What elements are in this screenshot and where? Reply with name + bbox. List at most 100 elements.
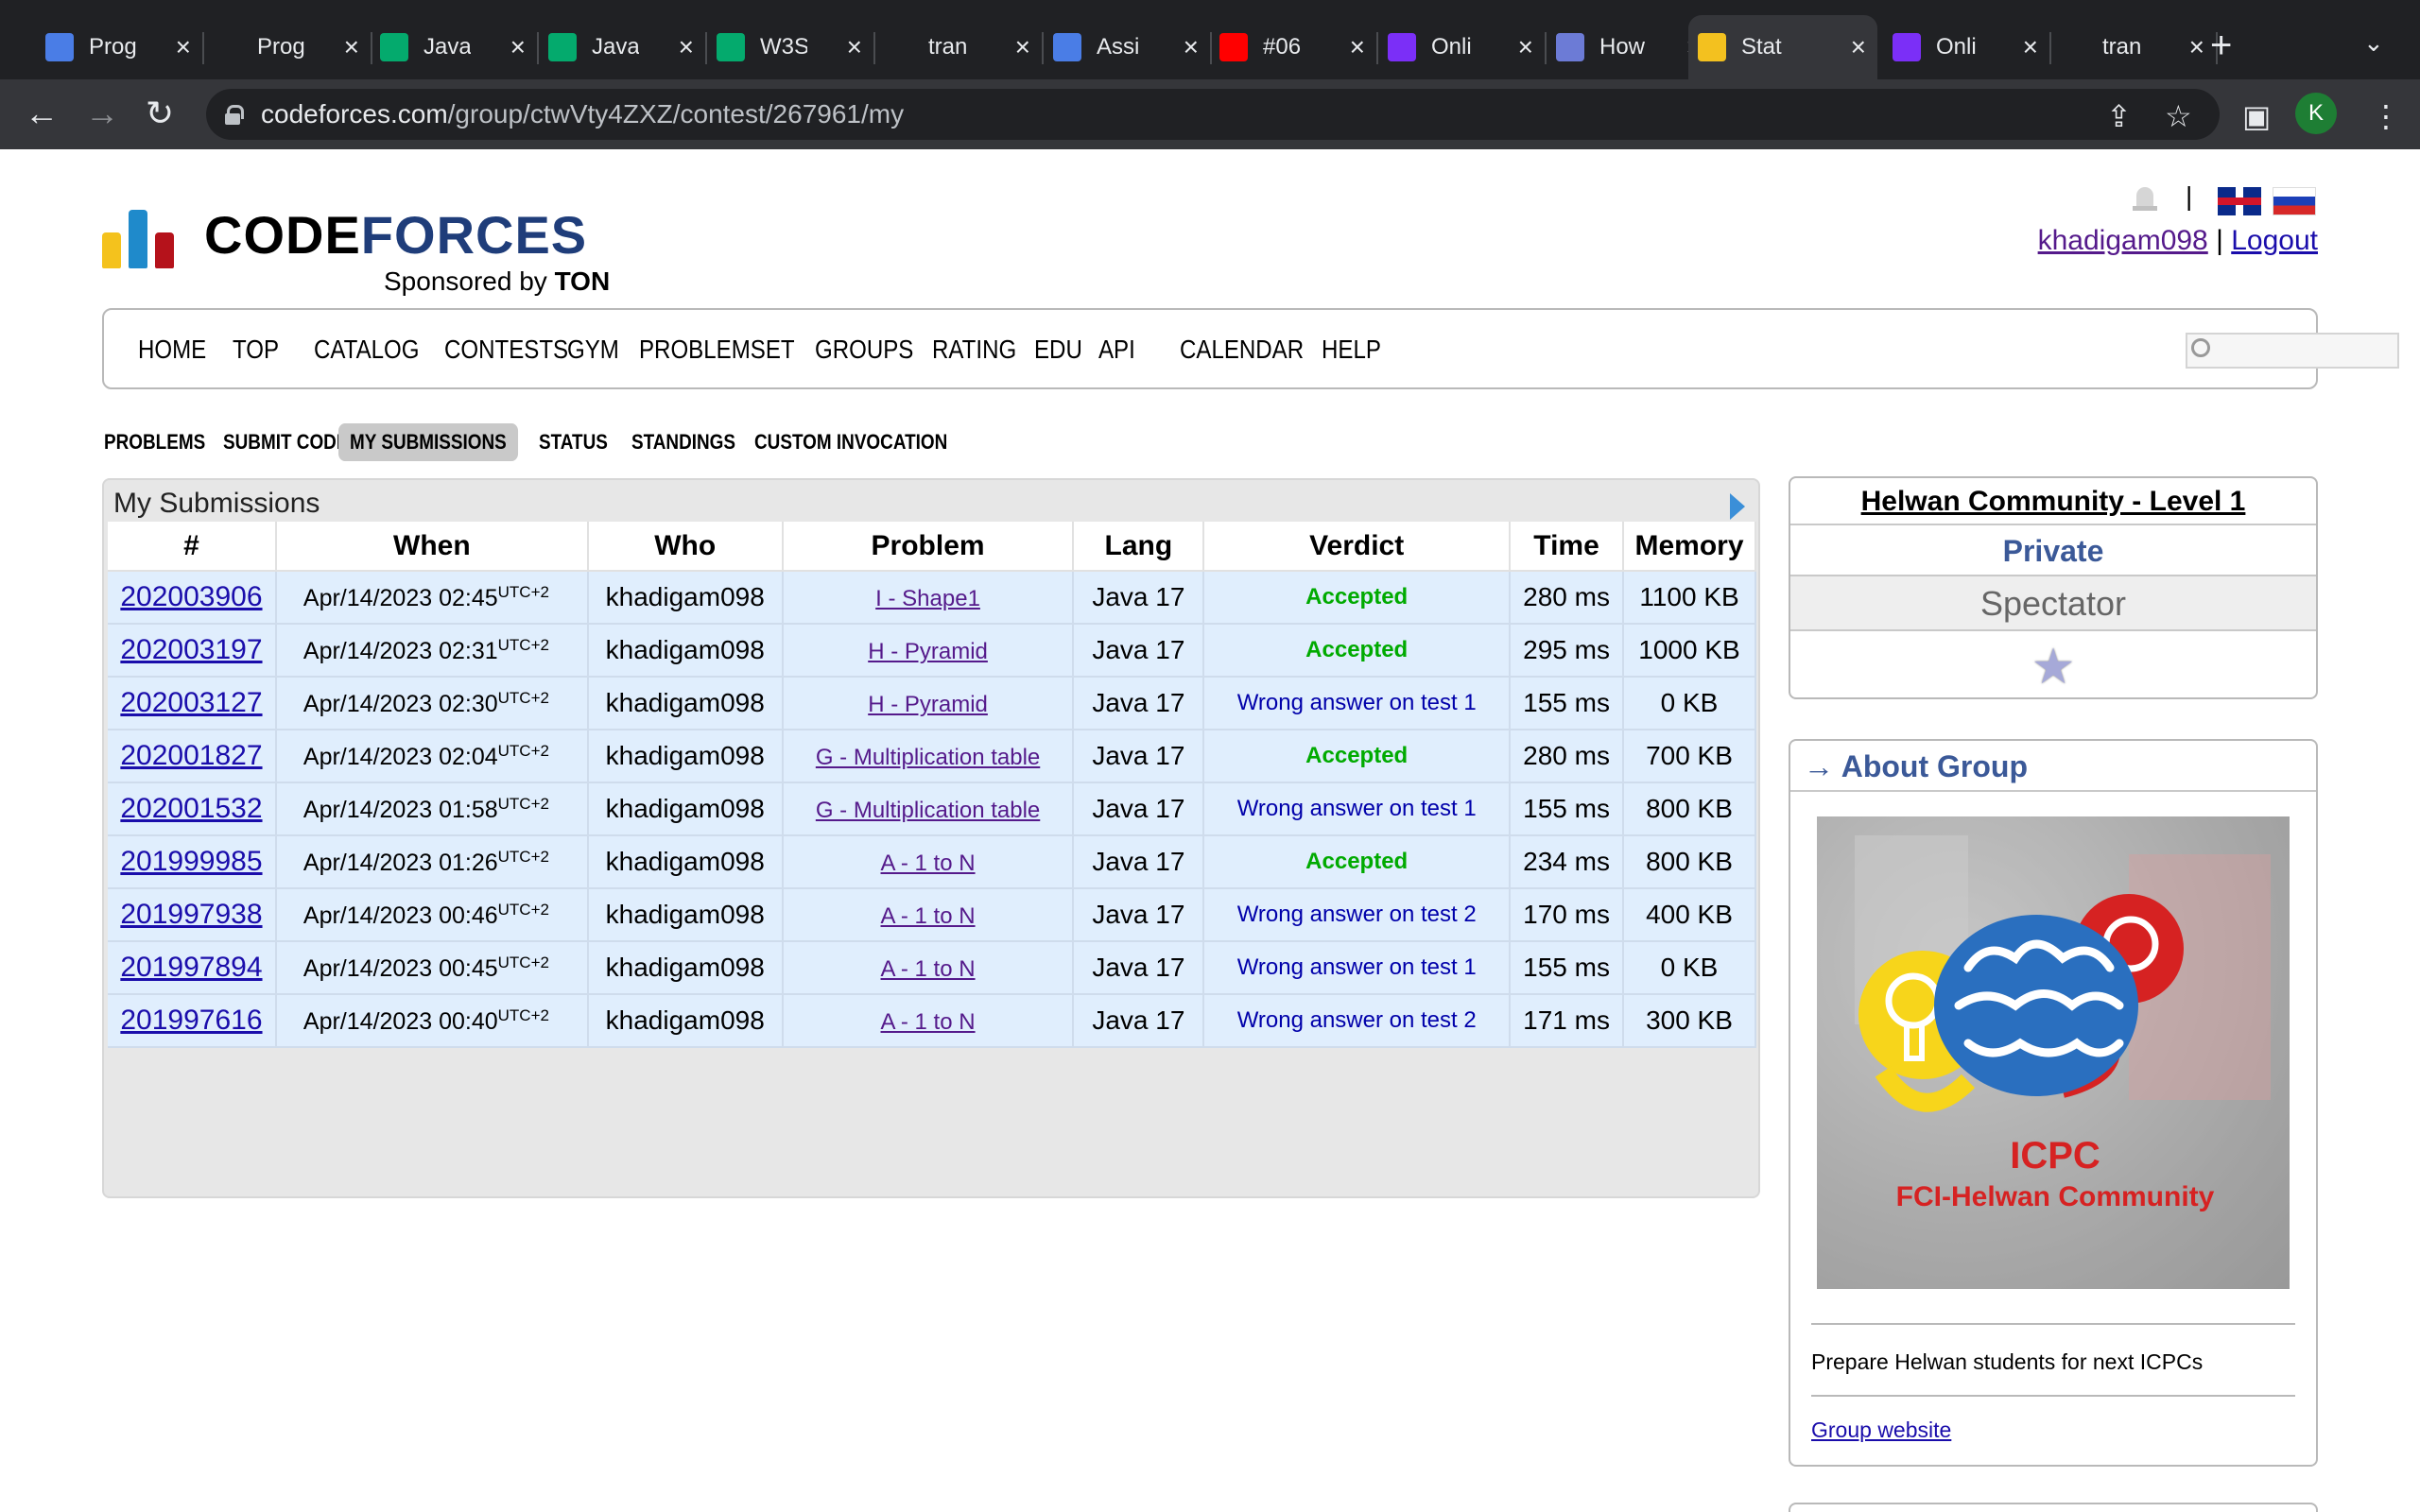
close-tab-icon[interactable]: × — [344, 32, 359, 62]
problem-cell: A - 1 to N — [782, 941, 1075, 995]
problem-link[interactable]: A - 1 to N — [881, 850, 976, 876]
submenu-item-standings[interactable]: STANDINGS — [631, 423, 735, 461]
table-row: 202003197 Apr/14/2023 02:31UTC+2 khadigam0… — [108, 624, 1756, 678]
address-bar[interactable]: codeforces.com/group/ctwVty4ZXZ/contest/… — [206, 89, 2220, 140]
column-header: Lang — [1073, 522, 1205, 572]
close-tab-icon[interactable]: × — [2023, 32, 2038, 62]
url-text[interactable]: codeforces.com/group/ctwVty4ZXZ/contest/… — [261, 99, 904, 129]
problem-link[interactable]: A - 1 to N — [881, 956, 976, 982]
reload-icon[interactable]: ↻ — [146, 93, 174, 134]
forward-icon[interactable]: → — [85, 93, 119, 134]
bell-icon[interactable] — [2131, 183, 2159, 214]
submenu-item-my-submissions[interactable]: MY SUBMISSIONS — [338, 423, 518, 461]
close-tab-icon[interactable]: × — [510, 32, 526, 62]
contest-name-link[interactable]: Helwan Community - Level 1 — [1790, 478, 2316, 525]
menu-item-problemset[interactable]: PROBLEMSET — [639, 335, 795, 365]
problem-link[interactable]: H - Pyramid — [868, 692, 988, 717]
menu-item-rating[interactable]: RATING — [932, 335, 1016, 365]
browser-menu-icon[interactable]: ⋮ — [2371, 98, 2401, 134]
close-tab-icon[interactable]: × — [847, 32, 862, 62]
back-icon[interactable]: ← — [25, 93, 59, 134]
submission-time-cell: Apr/14/2023 01:58UTC+2 — [275, 782, 589, 836]
browser-tab[interactable]: Java × — [371, 15, 539, 79]
browser-tab[interactable]: Stat × — [1688, 15, 1877, 79]
search-input[interactable] — [2186, 333, 2399, 369]
close-tab-icon[interactable]: × — [1851, 32, 1866, 62]
problem-link[interactable]: A - 1 to N — [881, 903, 976, 929]
submenu-item-status[interactable]: STATUS — [539, 423, 608, 461]
submenu-item-submit-code[interactable]: SUBMIT CODE — [223, 423, 348, 461]
panel-arrow-icon[interactable] — [1730, 493, 1745, 520]
browser-tab[interactable]: #06 × — [1210, 15, 1378, 79]
close-tab-icon[interactable]: × — [1518, 32, 1533, 62]
submission-id-link[interactable]: 201997938 — [120, 899, 262, 930]
favourite-star[interactable]: ★ — [1790, 631, 2316, 697]
submission-id-cell: 202003906 — [108, 571, 277, 625]
author-cell: khadigam098 — [587, 888, 784, 942]
share-icon[interactable]: ⇪ — [2106, 98, 2132, 134]
problem-link[interactable]: A - 1 to N — [881, 1009, 976, 1035]
close-tab-icon[interactable]: × — [1350, 32, 1365, 62]
submission-id-link[interactable]: 202003127 — [120, 687, 262, 718]
problem-link[interactable]: H - Pyramid — [868, 639, 988, 664]
memory-cell: 400 KB — [1623, 888, 1756, 942]
browser-tab[interactable]: Java × — [539, 15, 707, 79]
close-tab-icon[interactable]: × — [2189, 32, 2204, 62]
browser-tab[interactable]: Onli × — [1883, 15, 2051, 79]
w3schools-icon — [548, 33, 577, 61]
menu-item-gym[interactable]: GYM — [567, 335, 619, 365]
menu-item-groups[interactable]: GROUPS — [815, 335, 913, 365]
russian-flag-icon[interactable] — [2273, 187, 2316, 215]
problem-link[interactable]: I - Shape1 — [875, 586, 980, 611]
submission-id-link[interactable]: 202003197 — [120, 634, 262, 665]
menu-item-calendar[interactable]: CALENDAR — [1180, 335, 1304, 365]
browser-tab[interactable]: Prog × — [36, 15, 204, 79]
p-icon — [1388, 33, 1416, 61]
close-tab-icon[interactable]: × — [176, 32, 191, 62]
tab-title: How — [1599, 34, 1646, 60]
browser-tab[interactable]: tran × — [2049, 15, 2218, 79]
bookmark-star-icon[interactable]: ☆ — [2165, 98, 2192, 134]
menu-item-help[interactable]: HELP — [1322, 335, 1381, 365]
submenu-item-problems[interactable]: PROBLEMS — [104, 423, 205, 461]
group-website-link[interactable]: Group website — [1811, 1418, 1951, 1443]
lock-icon[interactable] — [225, 105, 244, 125]
tab-search-chevron-icon[interactable]: ⌄ — [2363, 28, 2384, 58]
submission-id-link[interactable]: 202003906 — [120, 581, 262, 612]
browser-tab[interactable]: Prog × — [204, 15, 372, 79]
english-flag-icon[interactable] — [2218, 187, 2261, 215]
problem-link[interactable]: G - Multiplication table — [816, 798, 1040, 823]
timezone-label: UTC+2 — [497, 900, 549, 919]
menu-item-contests[interactable]: CONTESTS — [444, 335, 568, 365]
menu-item-home[interactable]: HOME — [138, 335, 206, 365]
submission-id-link[interactable]: 202001827 — [120, 740, 262, 771]
star-icon[interactable]: ★ — [2031, 639, 2076, 696]
browser-tab[interactable]: tran × — [875, 15, 1044, 79]
browser-tab[interactable]: Assi × — [1044, 15, 1212, 79]
submission-time-cell: Apr/14/2023 02:31UTC+2 — [275, 624, 589, 678]
new-tab-button[interactable]: + — [2210, 26, 2232, 64]
submission-id-link[interactable]: 202001532 — [120, 793, 262, 824]
close-tab-icon[interactable]: × — [679, 32, 694, 62]
logout-link[interactable]: Logout — [2231, 225, 2318, 256]
browser-tab[interactable]: W3S × — [707, 15, 875, 79]
menu-item-catalog[interactable]: CATALOG — [314, 335, 420, 365]
language-cell: Java 17 — [1073, 624, 1205, 678]
verdict-cell: Wrong answer on test 2 — [1203, 888, 1512, 942]
browser-tab[interactable]: Onli × — [1378, 15, 1547, 79]
problem-link[interactable]: G - Multiplication table — [816, 745, 1040, 770]
menu-item-edu[interactable]: EDU — [1034, 335, 1082, 365]
search-icon — [2191, 338, 2210, 357]
submission-id-link[interactable]: 201999985 — [120, 846, 262, 877]
profile-avatar[interactable]: K — [2295, 93, 2337, 134]
menu-item-top[interactable]: TOP — [233, 335, 279, 365]
close-tab-icon[interactable]: × — [1184, 32, 1199, 62]
menu-item-api[interactable]: API — [1098, 335, 1135, 365]
submenu-item-custom-invocation[interactable]: CUSTOM INVOCATION — [754, 423, 947, 461]
side-panel-icon[interactable]: ▣ — [2242, 98, 2271, 134]
submission-id-link[interactable]: 201997616 — [120, 1005, 262, 1036]
codeforces-logo[interactable]: CODEFORCES Sponsored by TON — [102, 193, 631, 297]
close-tab-icon[interactable]: × — [1015, 32, 1030, 62]
submission-id-link[interactable]: 201997894 — [120, 952, 262, 983]
username-link[interactable]: khadigam098 — [2038, 225, 2208, 256]
